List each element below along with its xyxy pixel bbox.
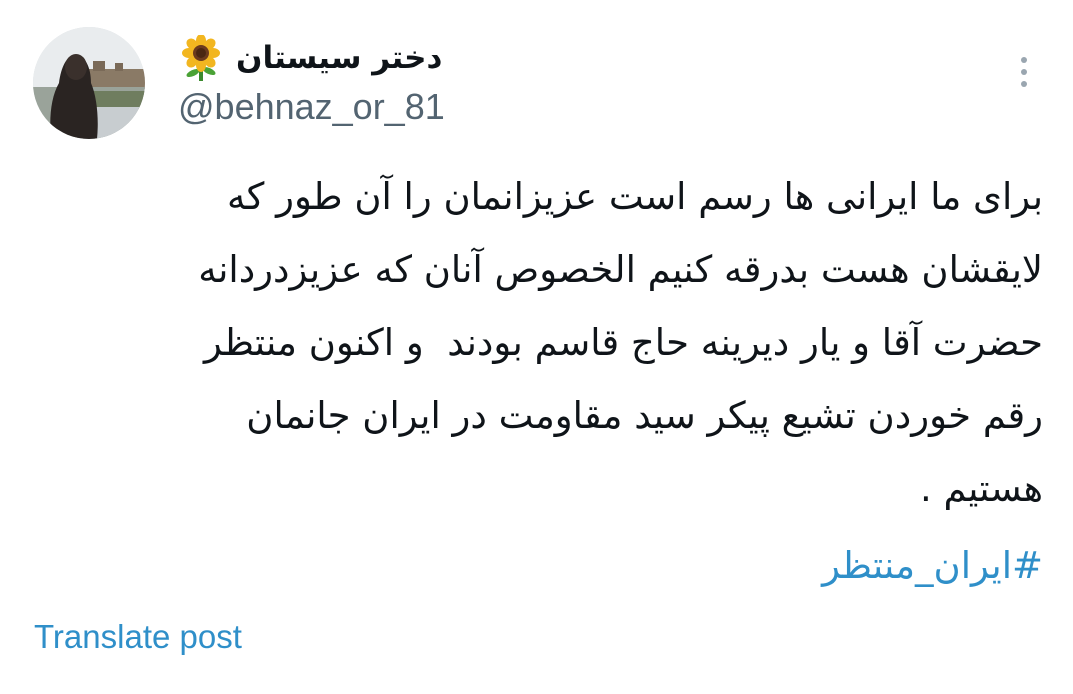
author-handle[interactable]: @behnaz_or_81 <box>178 86 445 128</box>
translate-post-link[interactable]: Translate post <box>34 618 242 656</box>
author-name-row[interactable]: دختر سیستان <box>180 30 442 86</box>
avatar-image <box>33 27 145 139</box>
avatar[interactable] <box>33 27 145 139</box>
more-dot <box>1021 57 1027 63</box>
more-dot <box>1021 69 1027 75</box>
tweet-line: رقم خوردن تشیع پیکر سید مقاومت در ایران … <box>246 394 1043 437</box>
author-display-name[interactable]: دختر سیستان <box>236 40 442 76</box>
more-vertical-icon[interactable] <box>1008 52 1040 92</box>
tweet-line: هستیم . <box>920 467 1043 510</box>
tweet-line: حضرت آقا و یار دیرینه حاج قاسم بودند و ا… <box>204 321 1043 364</box>
more-dot <box>1021 81 1027 87</box>
sunflower-icon <box>180 35 222 81</box>
hashtag-link[interactable]: #ایران_منتظر <box>822 536 1043 596</box>
tweet-text: برای ما ایرانی ها رسم است عزیزانمان را آ… <box>43 160 1043 525</box>
tweet-line: برای ما ایرانی ها رسم است عزیزانمان را آ… <box>226 175 1043 218</box>
tweet-line: لایقشان هست بدرقه کنیم الخصوص آنان که عز… <box>198 248 1043 291</box>
